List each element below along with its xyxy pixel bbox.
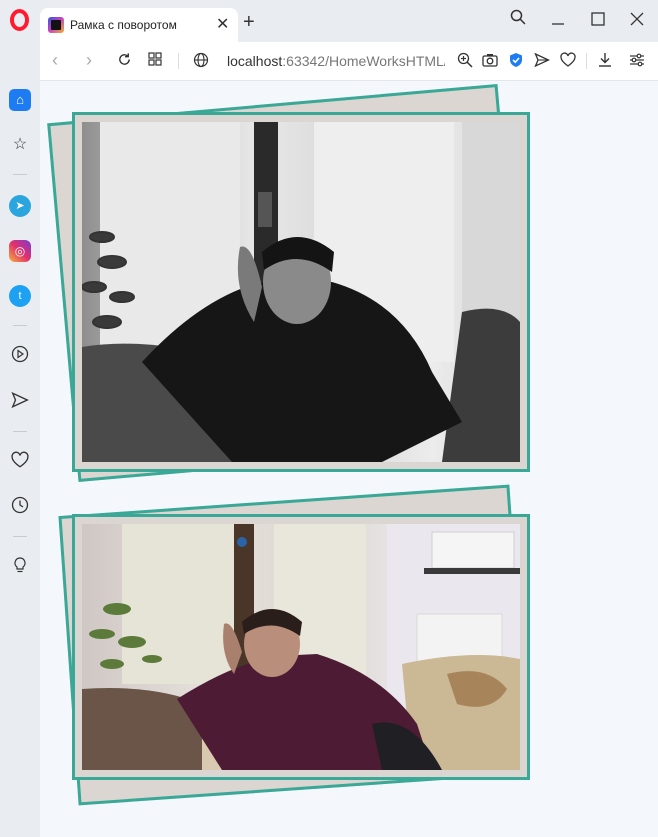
instagram-icon[interactable]: ◎: [9, 240, 31, 262]
star-icon[interactable]: ☆: [9, 134, 31, 156]
globe-icon[interactable]: [193, 52, 209, 71]
maximize-icon[interactable]: [591, 12, 605, 30]
easy-setup-icon[interactable]: [629, 52, 645, 71]
heart-icon[interactable]: [9, 451, 31, 473]
tab-bar: Рамка с поворотом ✕ +: [0, 0, 658, 42]
frame-front: [72, 112, 530, 472]
telegram-icon[interactable]: ➤: [9, 195, 31, 217]
reload-icon[interactable]: [117, 52, 132, 70]
speed-dial-icon[interactable]: [148, 52, 162, 69]
history-icon[interactable]: [9, 496, 31, 518]
forward-icon[interactable]: ›: [86, 51, 92, 69]
minimize-icon[interactable]: [551, 12, 565, 30]
opera-logo-icon[interactable]: [10, 9, 29, 31]
page-content: [40, 81, 658, 837]
shield-icon[interactable]: [508, 52, 524, 71]
separator: [586, 53, 587, 69]
separator: [13, 536, 27, 537]
back-icon[interactable]: ‹: [52, 51, 58, 69]
separator: [13, 431, 27, 432]
send-icon[interactable]: [9, 391, 31, 413]
lightbulb-icon[interactable]: [9, 556, 31, 578]
url-host: localhost: [227, 53, 283, 69]
new-tab-icon[interactable]: +: [243, 12, 255, 32]
twitter-icon[interactable]: t: [9, 285, 31, 307]
zoom-icon[interactable]: [457, 52, 473, 71]
address-bar: ‹ › localhost:63342/HomeWorksHTML/: [40, 42, 658, 81]
url-field[interactable]: localhost:63342/HomeWorksHTML/: [227, 53, 445, 69]
photo-black-and-white: [82, 122, 520, 462]
download-icon[interactable]: [597, 52, 613, 71]
frame-front: [72, 514, 530, 780]
sidebar: ⌂ ☆ ➤ ◎ t: [0, 42, 40, 837]
active-tab[interactable]: Рамка с поворотом ✕: [40, 8, 238, 42]
tab-favicon-icon: [48, 17, 64, 33]
player-icon[interactable]: [9, 345, 31, 367]
separator: [13, 174, 27, 175]
url-path: :63342/HomeWorksHTML/: [282, 53, 445, 69]
camera-icon[interactable]: [482, 52, 498, 71]
photo-color: [82, 524, 520, 770]
close-window-icon[interactable]: [630, 12, 644, 30]
tab-close-icon[interactable]: ✕: [216, 14, 229, 34]
separator: [13, 325, 27, 326]
home-icon[interactable]: ⌂: [9, 89, 31, 111]
heart-icon[interactable]: [560, 52, 576, 71]
send-icon[interactable]: [534, 52, 551, 71]
separator: [178, 53, 179, 69]
tab-title: Рамка с поворотом: [70, 18, 177, 32]
search-tabs-icon[interactable]: [510, 9, 526, 29]
